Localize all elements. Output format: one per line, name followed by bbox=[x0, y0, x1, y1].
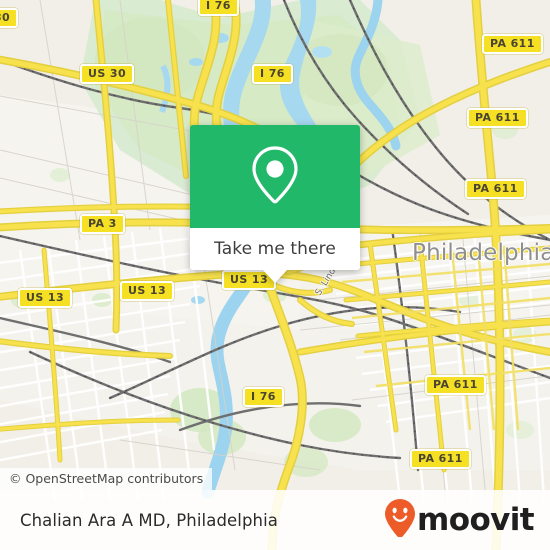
moovit-smiley-pin-icon bbox=[385, 498, 416, 542]
highway-shield: PA 611 bbox=[482, 34, 543, 54]
map-screenshot-root: 30 I 76 PA 611 US 30 I 76 PA 611 PA 611 … bbox=[0, 0, 550, 550]
popup-action-row[interactable]: Take me there bbox=[190, 228, 360, 270]
highway-shield: I 76 bbox=[198, 0, 239, 16]
highway-shield: I 76 bbox=[252, 64, 293, 84]
popup-pointer bbox=[262, 269, 288, 283]
highway-shield: PA 611 bbox=[410, 449, 471, 469]
moovit-wordmark: moovit bbox=[417, 501, 535, 538]
city-label: Philadelphia bbox=[412, 240, 550, 266]
highway-shield: 30 bbox=[0, 8, 19, 28]
footer-bar: Chalian Ara A MD, Philadelphia moovit bbox=[0, 490, 550, 550]
map-pin-icon bbox=[248, 144, 302, 210]
highway-shield: PA 611 bbox=[425, 375, 486, 395]
highway-shield: I 76 bbox=[243, 387, 284, 407]
take-me-there-popup[interactable]: Take me there bbox=[190, 125, 360, 283]
osm-attribution[interactable]: © OpenStreetMap contributors bbox=[0, 468, 213, 490]
highway-shield: PA 611 bbox=[465, 179, 526, 199]
moovit-logo[interactable]: moovit bbox=[385, 498, 535, 542]
popup-header bbox=[190, 125, 360, 228]
poi-title: Chalian Ara A MD, Philadelphia bbox=[20, 510, 278, 530]
highway-shield: US 30 bbox=[80, 64, 134, 84]
highway-shield: US 13 bbox=[120, 281, 174, 301]
highway-shield: PA 3 bbox=[80, 214, 125, 234]
highway-shield: US 13 bbox=[18, 288, 72, 308]
highway-shield: PA 611 bbox=[467, 108, 528, 128]
take-me-there-label: Take me there bbox=[214, 239, 336, 259]
